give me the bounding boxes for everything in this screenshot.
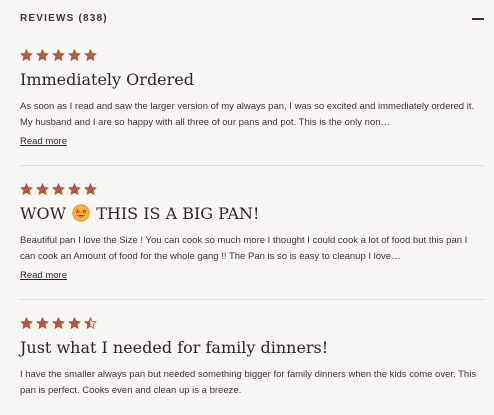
review-title-start: WOW bbox=[20, 204, 67, 223]
review-title: Immediately Ordered bbox=[20, 70, 195, 89]
reviews-header[interactable]: REVIEWS (838) bbox=[20, 13, 484, 27]
read-more-link[interactable]: Read more bbox=[20, 135, 67, 149]
star-full-icon bbox=[84, 48, 97, 62]
star-full-icon bbox=[68, 316, 81, 330]
minus-icon[interactable] bbox=[472, 18, 484, 20]
star-full-icon bbox=[20, 316, 33, 330]
star-full-icon bbox=[52, 48, 65, 62]
reviews-title: REVIEWS (838) bbox=[20, 13, 108, 24]
reviews-panel: REVIEWS (838) Immediately Ordered As soo… bbox=[0, 0, 494, 415]
read-more-link[interactable]: Read more bbox=[20, 269, 67, 283]
star-full-icon bbox=[20, 48, 33, 62]
star-full-icon bbox=[68, 182, 81, 196]
star-full-icon bbox=[68, 48, 81, 62]
star-rating bbox=[20, 48, 484, 62]
star-full-icon bbox=[84, 182, 97, 196]
review-title-end: THIS IS A BIG PAN! bbox=[96, 204, 260, 223]
review-item: WOW THIS IS A BIG PAN! Beautiful pan I l… bbox=[20, 166, 484, 300]
star-full-icon bbox=[52, 316, 65, 330]
star-full-icon bbox=[36, 316, 49, 330]
review-title: WOW THIS IS A BIG PAN! bbox=[20, 203, 484, 225]
star-full-icon bbox=[36, 48, 49, 62]
star-rating bbox=[20, 182, 484, 196]
star-rating bbox=[20, 316, 484, 330]
review-title: Just what I needed for family dinners! bbox=[20, 338, 329, 357]
star-full-icon bbox=[36, 182, 49, 196]
review-item: Just what I needed for family dinners! I… bbox=[20, 300, 484, 415]
review-body: Beautiful pan I love the Size ! You can … bbox=[20, 235, 468, 262]
star-full-icon bbox=[20, 182, 33, 196]
review-body: I have the smaller always pan but needed… bbox=[20, 369, 477, 396]
star-full-icon bbox=[52, 182, 65, 196]
reviews-list: Immediately Ordered As soon as I read an… bbox=[20, 48, 484, 415]
review-item: Immediately Ordered As soon as I read an… bbox=[20, 48, 484, 166]
star-struck-emoji-icon bbox=[72, 204, 90, 222]
star-half-icon bbox=[84, 316, 97, 330]
review-body: As soon as I read and saw the larger ver… bbox=[20, 101, 475, 128]
